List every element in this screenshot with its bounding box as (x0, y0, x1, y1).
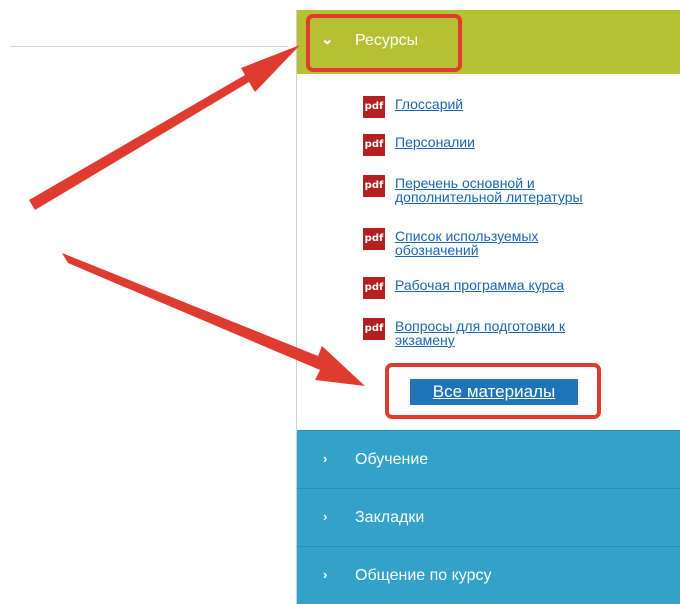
annotation-arrows (29, 45, 365, 386)
annotation-arrow-lower (62, 253, 365, 386)
annotation-arrow-upper (29, 45, 300, 210)
